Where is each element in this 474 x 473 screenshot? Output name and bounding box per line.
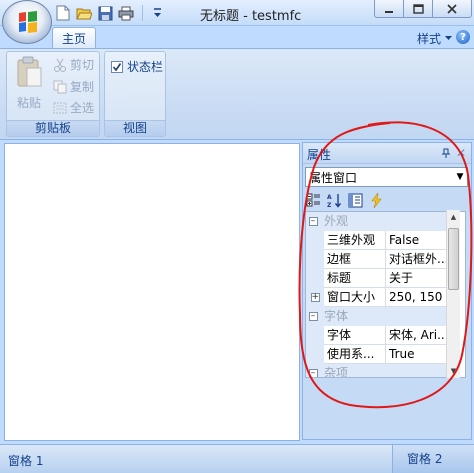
- application-button[interactable]: [2, 0, 52, 44]
- save-icon[interactable]: [96, 4, 114, 22]
- property-name: 边框: [324, 250, 386, 269]
- property-value[interactable]: 对话框外...: [386, 250, 450, 269]
- status-pane-1: 窗格 1: [8, 454, 44, 468]
- view-group: 状态栏 视图: [104, 51, 166, 137]
- clipboard-group-label: 剪贴板: [7, 120, 99, 136]
- status-bar: 窗格 1 窗格 2: [0, 444, 474, 473]
- scroll-thumb[interactable]: [448, 228, 459, 290]
- cut-button[interactable]: 剪切: [53, 56, 94, 73]
- property-grid-scrollbar[interactable]: ▲ ▼: [446, 210, 460, 378]
- status-bar-label: 状态栏: [127, 60, 164, 74]
- maximize-button[interactable]: [403, 0, 433, 18]
- status-bar-toggle[interactable]: 状态栏: [111, 58, 163, 75]
- property-description-area: [305, 381, 468, 437]
- qat-separator: [142, 5, 143, 21]
- property-value[interactable]: 关于: [386, 269, 450, 288]
- document-view[interactable]: [4, 143, 300, 441]
- property-row[interactable]: 标题 关于: [306, 269, 450, 288]
- collapse-icon[interactable]: –: [308, 369, 318, 377]
- status-bar-checkbox[interactable]: [111, 60, 123, 73]
- copy-button[interactable]: 复制: [53, 78, 94, 95]
- property-name: 标题: [324, 269, 386, 288]
- svg-text:A: A: [327, 194, 332, 201]
- customize-dropdown-icon[interactable]: [150, 4, 164, 22]
- property-pages-icon[interactable]: [347, 192, 364, 209]
- collapse-icon[interactable]: –: [308, 312, 318, 321]
- cut-label: 剪切: [70, 58, 95, 72]
- ribbon-panel: 粘贴 剪切 复制 全选 剪贴板 状态栏 视图: [0, 48, 474, 140]
- window-controls: [374, 0, 472, 18]
- object-selector-combo[interactable]: 属性窗口 ▼: [305, 167, 468, 187]
- dropdown-arrow-icon[interactable]: ▼: [453, 168, 467, 186]
- scroll-up-icon[interactable]: ▲: [447, 210, 460, 224]
- tab-home[interactable]: 主页: [52, 27, 96, 49]
- property-value[interactable]: False: [386, 231, 450, 250]
- minimize-button[interactable]: [374, 0, 404, 18]
- copy-label: 复制: [70, 80, 95, 94]
- categorized-icon[interactable]: [305, 192, 322, 209]
- expand-icon[interactable]: +: [310, 293, 320, 302]
- property-value[interactable]: True: [386, 345, 450, 364]
- property-row[interactable]: 使用系... True: [306, 345, 450, 364]
- sort-alphabetical-icon[interactable]: AZ: [326, 192, 343, 209]
- paste-label: 粘贴: [16, 96, 41, 110]
- property-name: 三维外观: [324, 231, 386, 250]
- property-row[interactable]: 三维外观 False: [306, 231, 450, 250]
- select-all-label: 全选: [70, 101, 95, 115]
- properties-pane-title: 属性: [307, 148, 332, 162]
- property-row[interactable]: 字体 宋体, Ari...: [306, 326, 450, 345]
- property-name: 使用系...: [324, 345, 386, 364]
- properties-pane-caption: 属性 ✕: [303, 143, 471, 164]
- select-all-icon: [53, 102, 67, 113]
- property-value[interactable]: 250, 150: [386, 288, 450, 307]
- chevron-down-icon: [445, 36, 452, 40]
- category-label: 杂项: [324, 366, 349, 378]
- property-name: 窗口大小: [324, 288, 386, 307]
- status-pane-2: 窗格 2: [392, 445, 474, 473]
- properties-toolbar: AZ: [305, 190, 385, 210]
- category-row-misc[interactable]: – 杂项: [306, 364, 450, 378]
- select-all-button[interactable]: 全选: [53, 99, 94, 116]
- property-name: 字体: [324, 326, 386, 345]
- collapse-icon[interactable]: –: [308, 217, 318, 226]
- quick-access-toolbar: [54, 4, 164, 22]
- scissors-icon: [54, 58, 66, 72]
- window-title: 无标题 - testmfc: [200, 9, 302, 24]
- events-lightning-icon[interactable]: [368, 192, 385, 209]
- scroll-down-icon[interactable]: ▼: [447, 364, 460, 378]
- close-button[interactable]: [432, 0, 472, 18]
- ribbon-tab-row: 主页 样式 ?: [0, 26, 474, 49]
- paste-button[interactable]: 粘贴: [12, 56, 46, 116]
- maximize-icon: [412, 3, 424, 14]
- property-grid: – 外观 三维外观 False 边框 对话框外... 标题 关于 + 窗口大小 …: [305, 211, 466, 378]
- open-folder-icon[interactable]: [75, 4, 93, 22]
- paste-icon: [17, 56, 42, 87]
- print-icon[interactable]: [117, 4, 135, 22]
- style-menu[interactable]: 样式: [417, 30, 452, 47]
- category-row-font[interactable]: – 字体: [306, 307, 450, 326]
- app-logo-icon: [19, 11, 37, 33]
- object-selector-value: 属性窗口: [309, 170, 358, 185]
- new-file-icon[interactable]: [54, 4, 72, 22]
- help-icon[interactable]: ?: [456, 30, 470, 44]
- property-row[interactable]: + 窗口大小 250, 150: [306, 288, 450, 307]
- minimize-icon: [385, 10, 393, 13]
- title-bar: 无标题 - testmfc: [0, 0, 474, 26]
- pin-icon[interactable]: [441, 148, 451, 158]
- pane-close-icon[interactable]: ✕: [456, 146, 466, 160]
- svg-text:Z: Z: [327, 202, 332, 208]
- style-menu-label: 样式: [416, 32, 441, 46]
- copy-icon: [53, 80, 67, 93]
- property-value[interactable]: 宋体, Ari...: [386, 326, 450, 345]
- property-row[interactable]: 边框 对话框外...: [306, 250, 450, 269]
- clipboard-group: 粘贴 剪切 复制 全选 剪贴板: [6, 51, 100, 137]
- category-label: 外观: [324, 214, 349, 228]
- category-row-appearance[interactable]: – 外观: [306, 212, 450, 231]
- checkmark-icon: [112, 62, 122, 71]
- close-icon: [447, 3, 457, 14]
- view-group-label: 视图: [105, 120, 165, 136]
- category-label: 字体: [324, 309, 349, 323]
